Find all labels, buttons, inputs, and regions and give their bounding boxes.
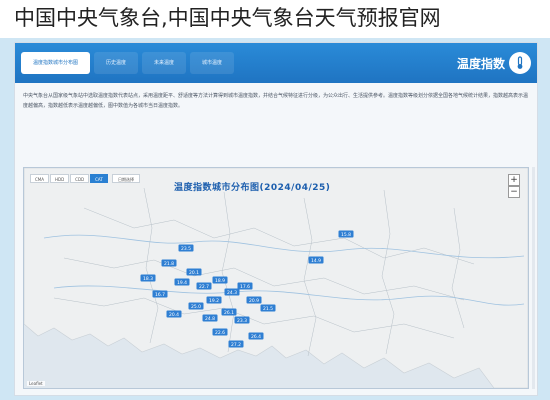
thermometer-icon: [509, 52, 531, 74]
city-marker[interactable]: 23.5: [178, 244, 194, 252]
city-marker-label: 26.4: [251, 334, 261, 340]
city-marker[interactable]: 21.8: [161, 259, 177, 267]
brand-label: 温度指数: [456, 56, 505, 71]
city-marker[interactable]: 14.9: [308, 256, 324, 264]
city-marker-label: 20.4: [169, 312, 179, 318]
city-marker[interactable]: 22.7: [196, 282, 212, 290]
zoom-out-button[interactable]: −: [508, 186, 520, 198]
city-marker-label: 19.4: [177, 280, 187, 286]
city-marker-label: 20.1: [189, 270, 199, 276]
city-marker-label: 19.2: [209, 298, 219, 304]
nav-tabs: 温度指数城市分布图 历史温度 未来温度 城市温度: [21, 52, 235, 74]
map-title: 温度指数城市分布图(2024/04/25): [174, 183, 331, 193]
city-marker[interactable]: 20.9: [246, 296, 262, 304]
city-marker[interactable]: 18.3: [140, 274, 156, 282]
city-marker-label: 17.6: [240, 284, 250, 290]
city-marker-label: 25.0: [191, 304, 201, 310]
city-marker[interactable]: 25.0: [188, 302, 204, 310]
description-text: 中央气象台从国家级气象站中选取温度指数代表站点，采用温度距平、舒适度等方法计算得…: [23, 93, 529, 109]
header-banner: 温度指数城市分布图 历史温度 未来温度 城市温度 温度指数: [15, 43, 537, 83]
city-marker-label: 16.7: [155, 292, 165, 298]
city-marker-label: 15.8: [341, 232, 351, 238]
brand: 温度指数: [457, 49, 531, 77]
city-marker[interactable]: 16.7: [152, 290, 168, 298]
city-marker-label: 22.6: [215, 330, 225, 336]
city-marker-label: 23.5: [181, 246, 191, 252]
city-marker[interactable]: 26.1: [221, 308, 237, 316]
city-marker[interactable]: 20.1: [186, 268, 202, 276]
city-marker[interactable]: 22.6: [212, 328, 228, 336]
city-marker-label: 23.3: [237, 318, 247, 324]
date-select[interactable]: 日期选择: [112, 174, 140, 183]
city-marker-label: 22.7: [199, 284, 209, 290]
city-marker[interactable]: 24.8: [202, 314, 218, 322]
tab-distribution-map[interactable]: 温度指数城市分布图: [21, 52, 91, 74]
page-title: 中国中央气象台,中国中央气象台天气预报官网: [0, 0, 550, 38]
page-scrollbar[interactable]: [532, 167, 535, 389]
city-marker[interactable]: 20.4: [166, 310, 182, 318]
city-marker-label: 27.2: [231, 342, 241, 348]
city-marker-label: 21.8: [164, 261, 174, 267]
tab-history[interactable]: 历史温度: [94, 52, 139, 74]
city-marker-label: 18.3: [143, 276, 153, 282]
map-attribution[interactable]: Leaflet: [27, 381, 45, 386]
city-marker-label: 18.9: [215, 278, 225, 284]
city-marker-label: 14.9: [311, 258, 321, 264]
tab-forecast[interactable]: 未来温度: [142, 52, 187, 74]
zoom-in-button[interactable]: +: [508, 174, 520, 186]
city-marker-label: 26.1: [224, 310, 234, 316]
city-marker[interactable]: 17.6: [237, 282, 253, 290]
city-marker[interactable]: 23.3: [234, 316, 250, 324]
zoom-control: + −: [508, 174, 520, 198]
city-marker-label: 21.5: [263, 306, 273, 312]
map-container[interactable]: 23.5 21.8 20.1 19.4 22.7 18.9 24.3 17.6 20.9 19.2…: [23, 167, 529, 389]
city-marker-label: 24.8: [205, 316, 215, 322]
tab-city[interactable]: 城市温度: [190, 52, 235, 74]
city-marker[interactable]: 15.8: [338, 230, 354, 238]
layer-cma-button[interactable]: CMA: [30, 174, 49, 183]
layer-cat-button[interactable]: CAT: [90, 174, 108, 183]
weather-page-frame: 温度指数城市分布图 历史温度 未来温度 城市温度 温度指数 中央气象台从国家级气…: [14, 42, 538, 396]
city-marker[interactable]: 21.5: [260, 304, 276, 312]
city-marker[interactable]: 27.2: [228, 340, 244, 348]
city-marker[interactable]: 19.4: [174, 278, 190, 286]
map-canvas[interactable]: 23.5 21.8 20.119.4 22.7 18.924.317.6 20.9 19.2…: [24, 168, 528, 388]
layer-switch: CMA HDD CDD CAT: [30, 174, 108, 183]
layer-hdd-button[interactable]: HDD: [49, 174, 70, 183]
city-marker[interactable]: 19.2: [206, 296, 222, 304]
city-marker[interactable]: 18.9: [212, 276, 228, 284]
city-marker[interactable]: 26.4: [248, 332, 264, 340]
city-marker-label: 24.3: [227, 290, 237, 296]
layer-cdd-button[interactable]: CDD: [70, 174, 90, 183]
city-marker[interactable]: 24.3: [224, 288, 240, 296]
city-marker-label: 20.9: [249, 298, 259, 304]
